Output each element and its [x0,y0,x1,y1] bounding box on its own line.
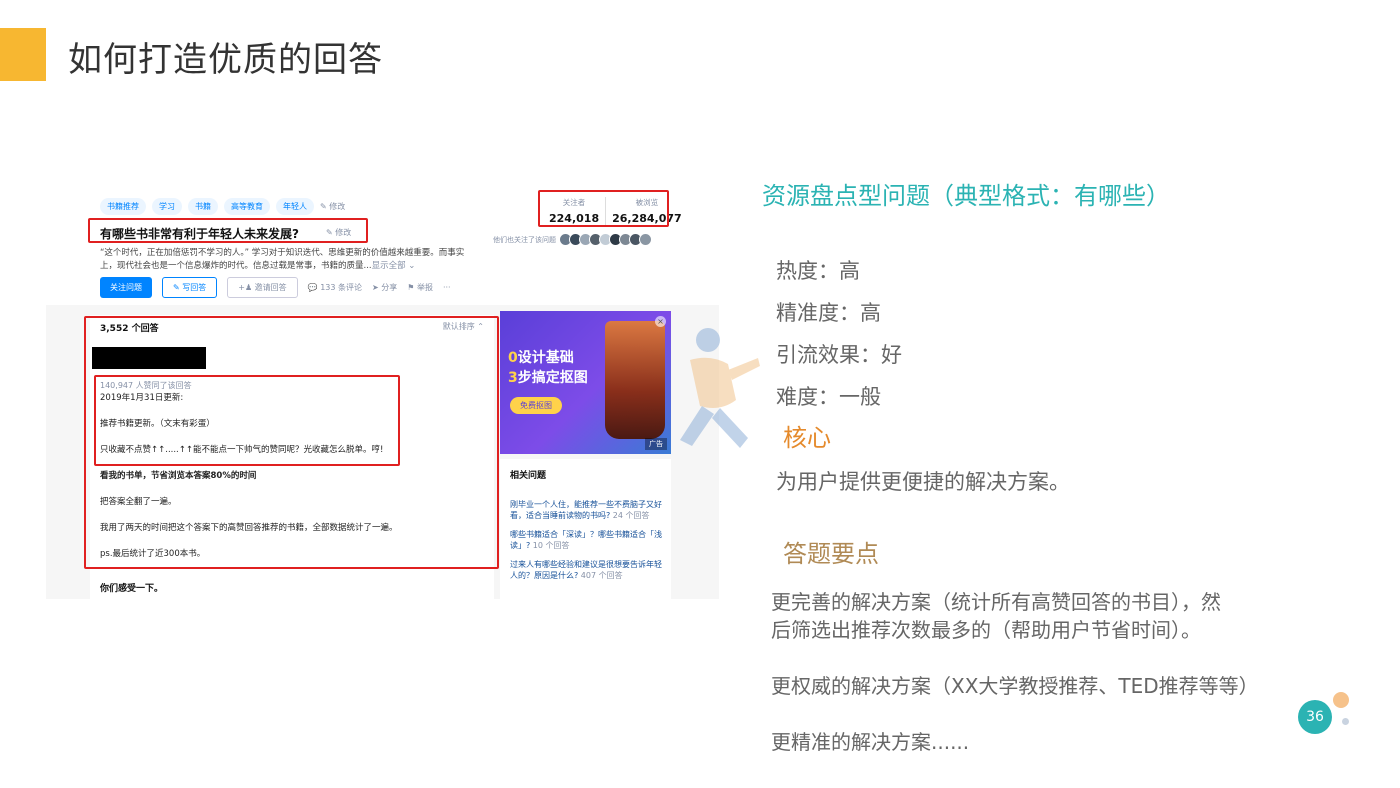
comment-icon: 💬 [307,283,318,292]
title-accent-bar [0,28,46,81]
page-number: 36 [1298,700,1332,734]
pencil-icon: ✎ [320,202,327,211]
core-heading: 核心 [783,424,831,452]
share-icon: ➤ [372,283,379,292]
invite-answer-button[interactable]: +♟ 邀请回答 [227,277,298,298]
decorative-dot [1333,692,1349,708]
answer-line: 你们感受一下。 [100,584,164,594]
decorative-dot [1342,718,1349,725]
show-more-link[interactable]: 显示全部 ⌄ [372,261,416,271]
related-item[interactable]: 刚毕业一个人住，能推荐一些不费脑子又好看，适合当睡前读物的书吗? 24 个回答 [510,499,665,521]
topic-tag[interactable]: 学习 [152,198,182,215]
tip-precise: 更精准的解决方案...... [771,730,970,754]
embedded-screenshot: 书籍推荐 学习 书籍 高等教育 年轻人 ✎ 修改 有哪些书非常有利于年轻人未来发… [46,187,719,599]
follow-question-button[interactable]: 关注问题 [100,277,152,298]
topic-tag[interactable]: 年轻人 [276,198,314,215]
question-type-heading: 资源盘点型问题（典型格式：有哪些） [762,182,1170,210]
property-heat: 热度：高 [776,259,860,283]
comments-button[interactable]: 💬 133 条评论 [308,282,362,293]
slide-title: 如何打造优质的回答 [68,40,383,80]
related-item[interactable]: 过来人有哪些经验和建议是很想要告诉年轻人的？原因是什么? 407 个回答 [510,559,665,581]
topic-tag[interactable]: 书籍推荐 [100,198,146,215]
highlight-box-title [88,218,368,243]
ad-headline: 3步搞定抠图 [508,370,588,386]
tip-complete: 更完善的解决方案（统计所有高赞回答的书目），然 后筛选出推荐次数最多的（帮助用户… [771,590,1221,642]
share-button[interactable]: ➤ 分享 [372,282,397,293]
property-difficulty: 难度：一般 [776,385,881,409]
highlight-box-stats [538,190,669,227]
related-item[interactable]: 哪些书籍适合「深读」？哪些书籍适合「浅读」? 10 个回答 [510,529,665,551]
avatar[interactable] [639,233,652,246]
add-user-icon: +♟ [238,283,253,292]
topic-tag[interactable]: 书籍 [188,198,218,215]
question-actions: 关注问题 ✎ 写回答 +♟ 邀请回答 💬 133 条评论 ➤ 分享 ⚑ 举报 ·… [100,277,451,298]
property-traffic: 引流效果：好 [776,343,902,367]
tips-heading: 答题要点 [783,540,879,568]
flag-icon: ⚑ [407,283,415,292]
ad-headline: 0设计基础 [508,350,574,366]
related-title: 相关问题 [510,471,547,481]
pencil-icon: ✎ [173,283,180,292]
ad-cta-button[interactable]: 免费抠图 [510,397,562,414]
related-questions: 相关问题 刚毕业一个人住，能推荐一些不费脑子又好看，适合当睡前读物的书吗? 24… [500,459,671,599]
follower-avatars[interactable] [559,233,652,246]
topic-tags: 书籍推荐 学习 书籍 高等教育 年轻人 ✎ 修改 [100,198,345,215]
write-answer-button[interactable]: ✎ 写回答 [162,277,218,298]
property-precision: 精准度：高 [776,301,881,325]
more-button[interactable]: ··· [443,283,451,292]
report-button[interactable]: ⚑ 举报 [407,282,433,293]
question-description: “这个时代，正在加倍惩罚不学习的人。” 学习对于知识迭代、思维更新的价值越来越重… [100,248,465,271]
edit-tags-link[interactable]: ✎ 修改 [320,201,345,212]
highlight-box-update [94,375,400,466]
decorative-figure [680,328,760,448]
related-list: 刚毕业一个人住，能推荐一些不费脑子又好看，适合当睡前读物的书吗? 24 个回答 … [510,499,665,589]
core-text: 为用户提供更便捷的解决方案。 [776,470,1070,494]
followers-also: 他们也关注了该问题 [493,233,652,246]
properties-list: 热度：高 精准度：高 引流效果：好 难度：一般 [776,250,902,418]
topic-tag[interactable]: 高等教育 [224,198,270,215]
tip-authoritative: 更权威的解决方案（XX大学教授推荐、TED推荐等等） [771,674,1259,698]
